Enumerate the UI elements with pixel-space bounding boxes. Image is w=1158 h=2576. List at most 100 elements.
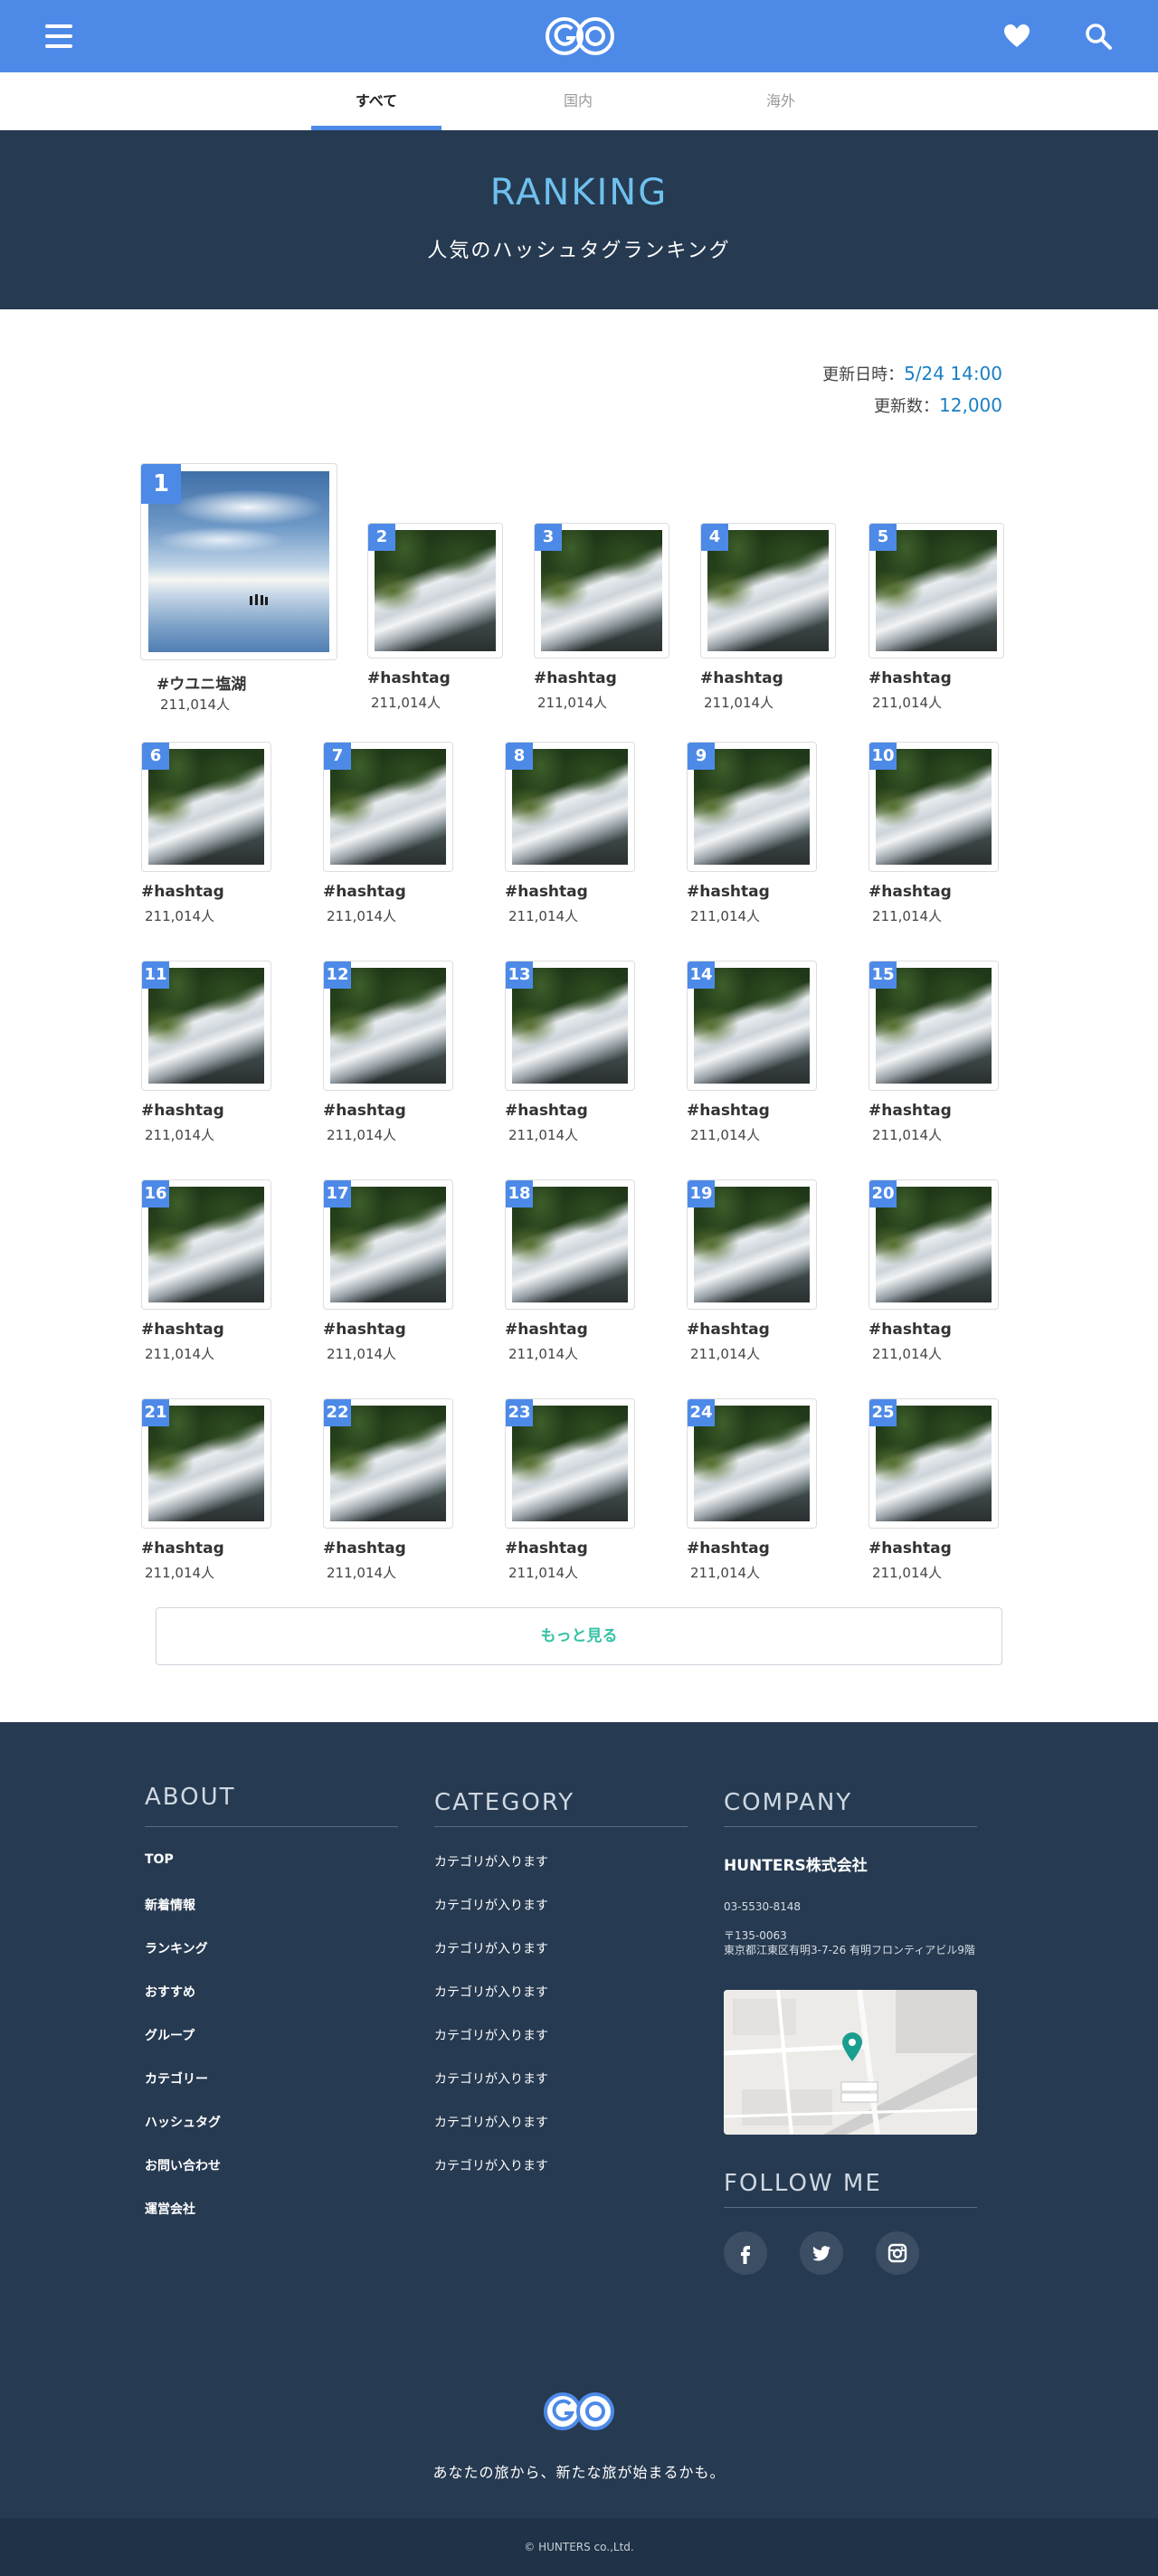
category-link[interactable]: カテゴリが入ります bbox=[434, 2113, 548, 2131]
ranking-item[interactable]: 19 #hashtag 211,014人 bbox=[687, 1179, 817, 1375]
ranking-item[interactable]: 16 #hashtag 211,014人 bbox=[141, 1179, 271, 1375]
hashtag-label[interactable]: #hashtag bbox=[868, 1321, 952, 1339]
ranking-item[interactable]: 8 #hashtag 211,014人 bbox=[505, 742, 635, 937]
ranking-item[interactable]: 12 #hashtag 211,014人 bbox=[323, 961, 453, 1156]
ranking-item[interactable]: 6 #hashtag 211,014人 bbox=[141, 742, 271, 937]
ranking-thumbnail[interactable]: 7 bbox=[323, 742, 453, 872]
hashtag-label[interactable]: #hashtag bbox=[505, 1539, 588, 1558]
instagram-icon[interactable] bbox=[876, 2231, 919, 2275]
ranking-item[interactable]: 20 #hashtag 211,014人 bbox=[868, 1179, 999, 1375]
ranking-thumbnail[interactable]: 24 bbox=[687, 1398, 817, 1529]
ranking-item[interactable]: 3 #hashtag 211,014人 bbox=[534, 523, 669, 724]
ranking-thumbnail[interactable]: 25 bbox=[868, 1398, 999, 1529]
ranking-item[interactable]: 14 #hashtag 211,014人 bbox=[687, 961, 817, 1156]
hashtag-label[interactable]: #hashtag bbox=[323, 1321, 406, 1339]
ranking-thumbnail[interactable]: 2 bbox=[367, 523, 503, 658]
ranking-thumbnail[interactable]: 1 bbox=[140, 463, 337, 660]
ranking-item[interactable]: 5 #hashtag 211,014人 bbox=[868, 523, 1004, 724]
hashtag-label[interactable]: #hashtag bbox=[505, 883, 588, 901]
about-link[interactable]: カテゴリー bbox=[145, 2069, 208, 2088]
about-link[interactable]: おすすめ bbox=[145, 1983, 195, 2001]
hashtag-label[interactable]: #hashtag bbox=[141, 883, 224, 901]
ranking-item[interactable]: 23 #hashtag 211,014人 bbox=[505, 1398, 635, 1594]
ranking-thumbnail[interactable]: 22 bbox=[323, 1398, 453, 1529]
ranking-item[interactable]: 18 #hashtag 211,014人 bbox=[505, 1179, 635, 1375]
ranking-item[interactable]: 25 #hashtag 211,014人 bbox=[868, 1398, 999, 1594]
hamburger-menu-icon[interactable] bbox=[45, 24, 72, 48]
hashtag-label[interactable]: #hashtag bbox=[141, 1321, 224, 1339]
ranking-item[interactable]: 1 #ウユニ塩湖 211,014人 bbox=[140, 463, 337, 725]
ranking-thumbnail[interactable]: 14 bbox=[687, 961, 817, 1091]
ranking-thumbnail[interactable]: 13 bbox=[505, 961, 635, 1091]
hashtag-label[interactable]: #hashtag bbox=[323, 1102, 406, 1120]
go-logo[interactable] bbox=[545, 16, 615, 56]
category-link[interactable]: カテゴリが入ります bbox=[434, 2026, 548, 2044]
hashtag-label[interactable]: #hashtag bbox=[505, 1102, 588, 1120]
ranking-thumbnail[interactable]: 8 bbox=[505, 742, 635, 872]
hashtag-label[interactable]: #hashtag bbox=[868, 1539, 952, 1558]
hashtag-label[interactable]: #hashtag bbox=[323, 1539, 406, 1558]
hashtag-label[interactable]: #hashtag bbox=[687, 1102, 770, 1120]
hashtag-label[interactable]: #hashtag bbox=[868, 883, 952, 901]
ranking-thumbnail[interactable]: 20 bbox=[868, 1179, 999, 1310]
ranking-item[interactable]: 2 #hashtag 211,014人 bbox=[367, 523, 503, 724]
ranking-thumbnail[interactable]: 12 bbox=[323, 961, 453, 1091]
ranking-item[interactable]: 21 #hashtag 211,014人 bbox=[141, 1398, 271, 1594]
hashtag-label[interactable]: #hashtag bbox=[700, 669, 783, 687]
hashtag-label[interactable]: #hashtag bbox=[505, 1321, 588, 1339]
about-link[interactable]: お問い合わせ bbox=[145, 2156, 221, 2174]
hashtag-label[interactable]: #hashtag bbox=[141, 1102, 224, 1120]
more-button[interactable]: もっと見る bbox=[156, 1607, 1002, 1665]
hashtag-label[interactable]: #hashtag bbox=[323, 883, 406, 901]
ranking-item[interactable]: 9 #hashtag 211,014人 bbox=[687, 742, 817, 937]
category-link[interactable]: カテゴリが入ります bbox=[434, 2069, 548, 2088]
tab-domestic[interactable]: 国内 bbox=[513, 72, 643, 130]
hashtag-label[interactable]: #hashtag bbox=[687, 883, 770, 901]
ranking-thumbnail[interactable]: 5 bbox=[868, 523, 1004, 658]
hashtag-label[interactable]: #hashtag bbox=[141, 1539, 224, 1558]
category-link[interactable]: カテゴリが入ります bbox=[434, 1939, 548, 1957]
ranking-thumbnail[interactable]: 15 bbox=[868, 961, 999, 1091]
ranking-thumbnail[interactable]: 21 bbox=[141, 1398, 271, 1529]
hashtag-label[interactable]: #hashtag bbox=[687, 1539, 770, 1558]
about-link[interactable]: グループ bbox=[145, 2026, 195, 2044]
category-link[interactable]: カテゴリが入ります bbox=[434, 1896, 548, 1914]
ranking-thumbnail[interactable]: 4 bbox=[700, 523, 836, 658]
footer-logo[interactable] bbox=[543, 2391, 615, 2431]
category-link[interactable]: カテゴリが入ります bbox=[434, 2156, 548, 2174]
category-link[interactable]: カテゴリが入ります bbox=[434, 1983, 548, 2001]
ranking-thumbnail[interactable]: 3 bbox=[534, 523, 669, 658]
facebook-icon[interactable] bbox=[724, 2231, 767, 2275]
about-link[interactable]: ランキング bbox=[145, 1939, 208, 1957]
ranking-thumbnail[interactable]: 10 bbox=[868, 742, 999, 872]
about-link[interactable]: TOP bbox=[145, 1852, 174, 1867]
ranking-thumbnail[interactable]: 17 bbox=[323, 1179, 453, 1310]
ranking-item[interactable]: 24 #hashtag 211,014人 bbox=[687, 1398, 817, 1594]
tab-all[interactable]: すべて bbox=[311, 72, 441, 130]
search-icon[interactable] bbox=[1084, 22, 1113, 51]
hashtag-label[interactable]: #hashtag bbox=[868, 669, 952, 687]
ranking-item[interactable]: 10 #hashtag 211,014人 bbox=[868, 742, 999, 937]
ranking-item[interactable]: 17 #hashtag 211,014人 bbox=[323, 1179, 453, 1375]
ranking-item[interactable]: 4 #hashtag 211,014人 bbox=[700, 523, 836, 724]
tab-overseas[interactable]: 海外 bbox=[716, 72, 846, 130]
twitter-icon[interactable] bbox=[800, 2231, 843, 2275]
ranking-thumbnail[interactable]: 9 bbox=[687, 742, 817, 872]
category-link[interactable]: カテゴリが入ります bbox=[434, 1852, 548, 1870]
about-link[interactable]: 新着情報 bbox=[145, 1896, 195, 1914]
ranking-thumbnail[interactable]: 23 bbox=[505, 1398, 635, 1529]
ranking-thumbnail[interactable]: 19 bbox=[687, 1179, 817, 1310]
ranking-item[interactable]: 22 #hashtag 211,014人 bbox=[323, 1398, 453, 1594]
ranking-item[interactable]: 15 #hashtag 211,014人 bbox=[868, 961, 999, 1156]
ranking-item[interactable]: 7 #hashtag 211,014人 bbox=[323, 742, 453, 937]
ranking-item[interactable]: 13 #hashtag 211,014人 bbox=[505, 961, 635, 1156]
heart-icon[interactable] bbox=[1002, 22, 1031, 51]
ranking-thumbnail[interactable]: 16 bbox=[141, 1179, 271, 1310]
hashtag-label[interactable]: #hashtag bbox=[367, 669, 451, 687]
ranking-thumbnail[interactable]: 18 bbox=[505, 1179, 635, 1310]
hashtag-label[interactable]: #hashtag bbox=[534, 669, 617, 687]
hashtag-label[interactable]: #hashtag bbox=[868, 1102, 952, 1120]
hashtag-label[interactable]: #hashtag bbox=[687, 1321, 770, 1339]
company-map[interactable] bbox=[724, 1990, 977, 2135]
ranking-thumbnail[interactable]: 6 bbox=[141, 742, 271, 872]
